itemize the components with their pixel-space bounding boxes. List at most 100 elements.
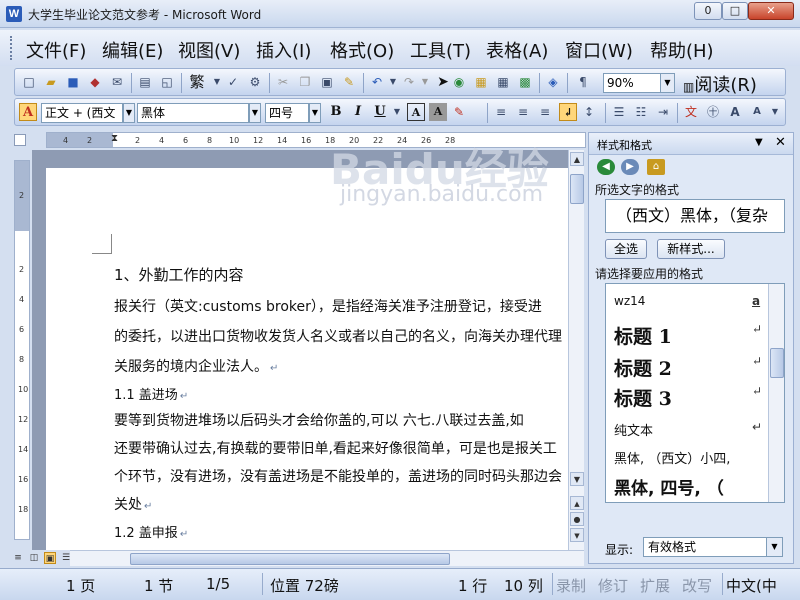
align-center-icon[interactable]: ≡ <box>515 104 531 120</box>
pinyin-guide-icon[interactable]: 文 <box>683 104 699 120</box>
status-column[interactable]: 10 列 <box>504 575 543 596</box>
bold-button[interactable]: B <box>327 103 345 121</box>
style-item[interactable]: 标题 2 ↵ <box>614 354 762 381</box>
redo-icon[interactable]: ↷ <box>401 74 417 90</box>
numbering-icon[interactable]: ☰ <box>611 104 627 120</box>
status-language[interactable]: 中文(中 <box>726 575 796 596</box>
save-icon[interactable]: ■ <box>65 74 81 90</box>
normal-view-icon[interactable]: ≡ <box>12 552 24 564</box>
insert-excel-icon[interactable]: ▩ <box>517 74 533 90</box>
doc-line[interactable]: 个环节，没有进场，没有盖进场是不能投单的，盖进场的同时码头那边会 <box>114 466 562 486</box>
doc-subheading[interactable]: 1.2 盖申报 ↵ <box>114 522 188 541</box>
browse-object-icon[interactable]: ● <box>570 512 584 526</box>
menu-format[interactable]: 格式(O) <box>330 37 394 63</box>
maximize-button[interactable]: □ <box>722 2 748 20</box>
scroll-down-icon[interactable]: ▼ <box>570 472 584 486</box>
research-icon[interactable]: ⚙ <box>247 74 263 90</box>
document-horizontal-scrollbar[interactable] <box>70 550 584 566</box>
menu-view[interactable]: 视图(V) <box>178 37 240 63</box>
document-vertical-scrollbar[interactable]: ▲ ▼ ▲ ● ▼ <box>568 150 584 550</box>
status-track-changes[interactable]: 修订 <box>598 575 628 596</box>
redo-dropdown-icon[interactable]: ▼ <box>417 74 433 90</box>
font-dropdown-icon[interactable]: ▼ <box>249 103 261 123</box>
status-record[interactable]: 录制 <box>556 575 586 596</box>
new-style-button[interactable]: 新样式... <box>657 239 725 259</box>
home-icon[interactable]: ⌂ <box>647 159 665 175</box>
copy-icon[interactable]: ❐ <box>297 74 313 90</box>
undo-icon[interactable]: ↶ <box>369 74 385 90</box>
bullets-icon[interactable]: ☷ <box>633 104 649 120</box>
status-section[interactable]: 1 节 <box>144 575 173 596</box>
forward-icon[interactable]: ▶ <box>621 159 639 175</box>
align-right-icon[interactable]: ≡ <box>537 104 553 120</box>
print-preview-icon[interactable]: ◱ <box>159 74 175 90</box>
style-item[interactable]: wz14 a <box>614 294 760 308</box>
style-item[interactable]: 标题 1 ↵ <box>614 322 762 349</box>
email-icon[interactable]: ✉ <box>109 74 125 90</box>
indent-marker-icon[interactable]: ⧗ <box>111 133 118 144</box>
character-shading-icon[interactable]: A <box>429 103 447 121</box>
distributed-align-icon[interactable]: ↲ <box>559 103 577 121</box>
menu-table[interactable]: 表格(A) <box>486 37 548 63</box>
open-folder-icon[interactable]: ▰ <box>43 74 59 90</box>
select-all-button[interactable]: 全选 <box>605 239 647 259</box>
minimize-button[interactable]: 0 <box>694 2 722 20</box>
show-dropdown-icon[interactable]: ▼ <box>767 537 783 557</box>
menu-window[interactable]: 窗口(W) <box>565 37 633 63</box>
zoom-input[interactable]: 90% <box>603 73 661 93</box>
style-list[interactable]: wz14 a 标题 1 ↵ 标题 2 ↵ 标题 3 ↵ 纯文本 ↵ 黑体, （西文）小四,… <box>605 283 785 503</box>
status-extend[interactable]: 扩展 <box>640 575 670 596</box>
web-layout-icon[interactable]: ◫ <box>28 552 40 564</box>
menu-file[interactable]: 文件(F) <box>26 37 86 63</box>
menu-help[interactable]: 帮助(H) <box>650 37 714 63</box>
doc-line[interactable]: 关服务的境内企业法人。 ↵ <box>114 356 278 376</box>
horizontal-ruler[interactable]: 4 2 2 4 6 8 10 12 14 16 18 20 22 24 26 2… <box>46 132 586 148</box>
underline-dropdown-icon[interactable]: ▼ <box>389 104 405 120</box>
toolbar-options-icon[interactable]: ▼ <box>767 104 783 120</box>
paste-icon[interactable]: ▣ <box>319 74 335 90</box>
italic-button[interactable]: I <box>349 103 367 121</box>
print-layout-icon[interactable]: ▣ <box>44 552 56 564</box>
next-page-icon[interactable]: ▼ <box>570 528 584 542</box>
undo-dropdown-icon[interactable]: ▼ <box>385 74 401 90</box>
font-size-dropdown-icon[interactable]: ▼ <box>309 103 321 123</box>
menu-edit[interactable]: 编辑(E) <box>102 37 163 63</box>
underline-button[interactable]: U <box>371 103 389 121</box>
show-hide-marks-icon[interactable]: ¶ <box>575 74 591 90</box>
doc-heading[interactable]: 1、外勤工作的内容 <box>114 264 244 285</box>
character-border-button[interactable]: A <box>407 103 425 121</box>
indent-icon[interactable]: ⇥ <box>655 104 671 120</box>
back-icon[interactable]: ◀ <box>597 159 615 175</box>
task-pane-close-icon[interactable]: ✕ <box>775 135 786 150</box>
style-item[interactable]: 标题 3 ↵ <box>614 384 762 411</box>
status-overtype[interactable]: 改写 <box>682 575 712 596</box>
grow-font-icon[interactable]: A <box>727 104 743 120</box>
style-item[interactable]: 黑体, 四号, （ <box>614 474 724 499</box>
new-document-icon[interactable]: □ <box>21 74 37 90</box>
selected-format-box[interactable]: （西文）黑体，（复杂 <box>605 199 785 233</box>
style-item[interactable]: 黑体, （西文）小四, <box>614 448 730 467</box>
style-item[interactable]: 纯文本 ↵ <box>614 420 762 439</box>
scroll-thumb[interactable] <box>570 174 584 204</box>
doc-line[interactable]: 报关行（英文:customs broker），是指经海关准予注册登记，接受进 <box>114 296 542 316</box>
vertical-ruler[interactable]: 2 2 4 6 8 10 12 14 16 18 <box>14 160 30 540</box>
hyperlink-icon[interactable]: ◉ <box>451 74 467 90</box>
status-position[interactable]: 位置 72磅 <box>270 575 339 596</box>
highlight-icon[interactable]: ✎ <box>451 104 467 120</box>
status-page[interactable]: 1 页 <box>66 575 95 596</box>
justify-icon[interactable]: ≡ <box>493 104 509 120</box>
menu-insert[interactable]: 插入(I) <box>256 37 311 63</box>
permission-icon[interactable]: ◆ <box>87 74 103 90</box>
word-app-icon[interactable]: W <box>6 6 22 22</box>
tables-borders-icon[interactable]: ▦ <box>473 74 489 90</box>
scroll-thumb[interactable] <box>130 553 450 565</box>
menu-grip-handle[interactable] <box>10 36 14 60</box>
task-pane-menu-icon[interactable]: ▼ <box>755 137 763 148</box>
spelling-icon[interactable]: ✓ <box>225 74 241 90</box>
style-list-scrollbar[interactable] <box>768 284 784 502</box>
doc-line[interactable]: 还要带确认过去,有换载的要带旧单,看起来好像很简单，可是也是报关工 <box>114 438 557 458</box>
cut-icon[interactable]: ✂ <box>275 74 291 90</box>
reading-layout-button[interactable]: ▥阅读(R) <box>683 71 757 97</box>
previous-page-icon[interactable]: ▲ <box>570 496 584 510</box>
zoom-dropdown-icon[interactable]: ▼ <box>661 73 675 93</box>
